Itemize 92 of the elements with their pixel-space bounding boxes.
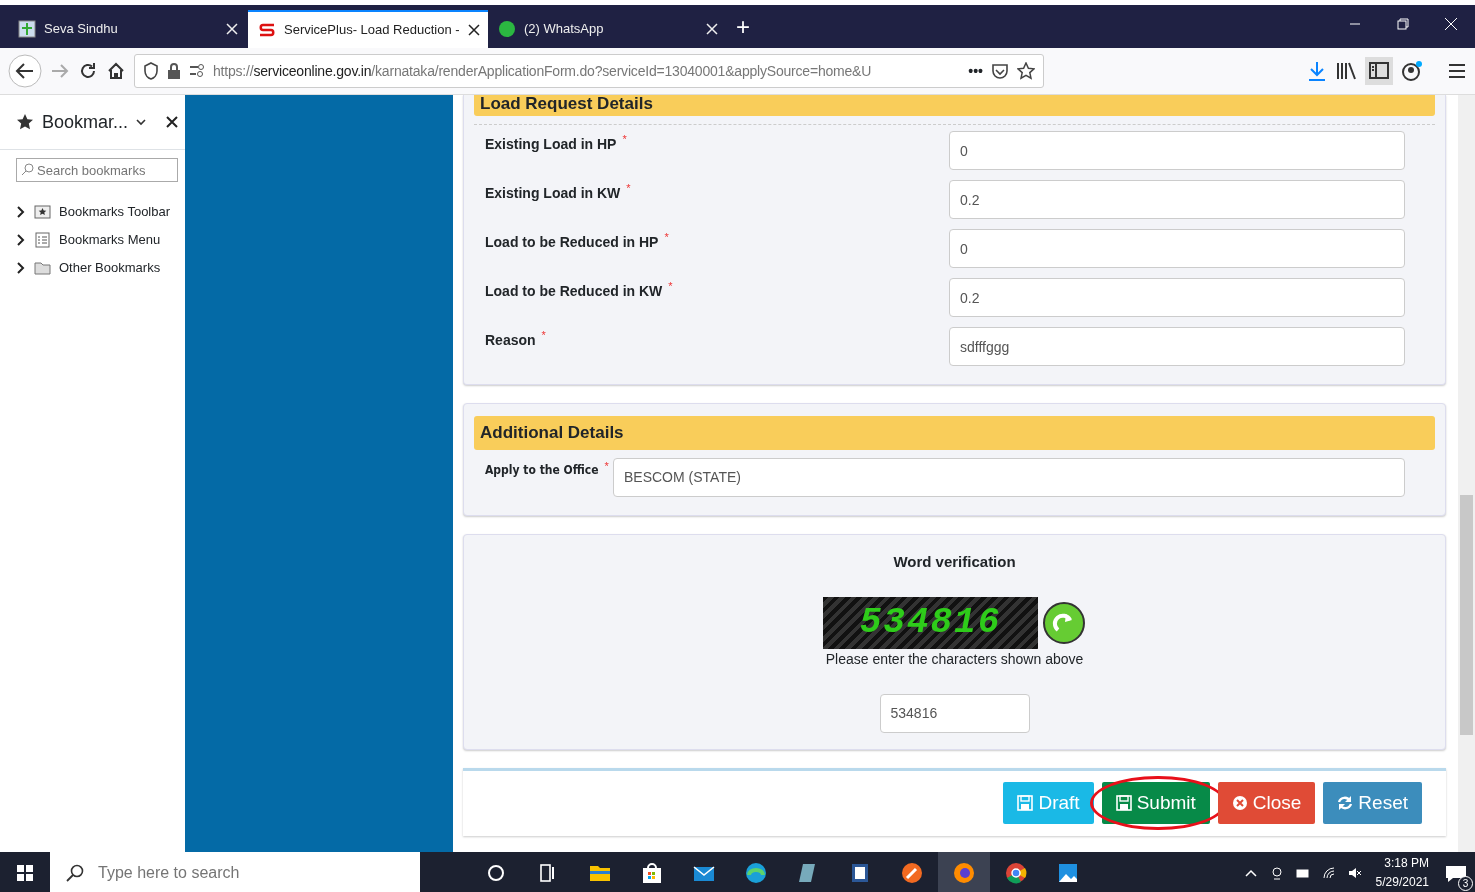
close-icon[interactable]: [166, 116, 179, 128]
document-icon[interactable]: [849, 862, 871, 884]
bookmark-folder[interactable]: Other Bookmarks: [0, 254, 185, 282]
pocket-icon[interactable]: [991, 62, 1009, 80]
star-box-icon: [34, 204, 51, 220]
pencil-icon[interactable]: [901, 862, 923, 884]
field-label: Existing Load in HP: [485, 135, 617, 154]
required-mark: *: [668, 279, 673, 294]
reload-icon[interactable]: [78, 61, 98, 81]
section-header: Load Request Details: [474, 95, 1435, 116]
required-mark: *: [541, 328, 546, 343]
chevron-right-icon: [16, 262, 26, 274]
input-field[interactable]: BESCOM (STATE): [613, 457, 1405, 497]
url-text: https://serviceonline.gov.in/karnataka/renderApplicationForm.do?serviceId=13040001&applySource=home&U: [213, 61, 873, 81]
account-icon[interactable]: [1401, 60, 1423, 82]
library-icon[interactable]: [1335, 61, 1357, 81]
address-bar[interactable]: https://serviceonline.gov.in/karnataka/renderApplicationForm.do?serviceId=13040001&applySource=home&U •••: [134, 54, 1044, 88]
permissions-icon: [189, 64, 205, 78]
tab-title: ServicePlus- Load Reduction -: [284, 21, 460, 40]
webcam-icon[interactable]: [1269, 866, 1284, 880]
globe-swirl-icon[interactable]: [745, 862, 767, 884]
search-icon: [21, 163, 34, 176]
submit-button[interactable]: Submit: [1101, 781, 1210, 825]
menu-icon[interactable]: [1447, 62, 1467, 80]
input-field[interactable]: 0: [949, 229, 1405, 268]
more-actions-button[interactable]: •••: [968, 60, 983, 82]
taskbar-search-field[interactable]: Type here to search: [50, 852, 420, 892]
new-tab-button[interactable]: +: [736, 9, 750, 45]
input-field[interactable]: sdfffggg: [949, 327, 1405, 366]
field-label: Apply to the Office: [485, 461, 599, 479]
field-label: Load to be Reduced in HP: [485, 233, 659, 252]
save-icon: [1017, 795, 1034, 811]
time-text: 3:18 PM: [1384, 854, 1429, 872]
field-label: Reason: [485, 331, 536, 350]
sidebar-icon[interactable]: [1365, 57, 1393, 85]
shield-icon: [143, 62, 159, 80]
close-button[interactable]: Close: [1217, 781, 1316, 825]
list-icon: [34, 232, 51, 248]
field-label: Existing Load in KW: [485, 184, 621, 203]
battery-icon[interactable]: [1295, 866, 1310, 880]
hint-text: Please enter the characters shown above: [825, 650, 1084, 669]
required-mark: *: [626, 181, 631, 196]
back-icon[interactable]: [8, 54, 42, 88]
required-mark: *: [604, 458, 609, 474]
home-icon[interactable]: [106, 61, 126, 81]
captcha-image: 534816: [823, 597, 1038, 649]
sidebar-title[interactable]: Bookmar...: [42, 108, 129, 136]
input-field[interactable]: 0.2: [949, 180, 1405, 219]
browser-tab[interactable]: Seva Sindhu: [8, 10, 248, 48]
close-icon[interactable]: [467, 24, 480, 36]
browser-tab[interactable]: ServicePlus- Load Reduction -: [248, 10, 488, 48]
tab-title: Seva Sindhu: [44, 20, 119, 39]
required-mark: *: [664, 230, 669, 245]
bookmark-folder[interactable]: Bookmarks Menu: [0, 226, 185, 254]
section-header: Additional Details: [474, 416, 1435, 450]
chrome-circle-icon[interactable]: [1005, 862, 1027, 884]
chevron-right-icon: [16, 234, 26, 246]
s-logo-icon: [258, 21, 276, 39]
picture-icon[interactable]: [1057, 862, 1079, 884]
star-icon[interactable]: [1017, 62, 1035, 80]
close-circle-icon: [1231, 795, 1248, 811]
refresh-icon[interactable]: [1042, 600, 1086, 646]
speaker-muted-icon[interactable]: [1347, 866, 1362, 880]
wifi-icon[interactable]: [1321, 866, 1336, 880]
notification-count: 3: [1458, 876, 1473, 891]
verification-title: Word verification: [893, 551, 1016, 572]
captcha-input[interactable]: 534816: [879, 694, 1030, 733]
input-field[interactable]: 0: [949, 131, 1405, 170]
field-label: Load to be Reduced in KW: [485, 282, 663, 301]
reset-button[interactable]: Reset: [1323, 781, 1422, 825]
star-icon: [16, 113, 34, 131]
browser-tab[interactable]: (2) WhatsApp: [488, 10, 728, 48]
bookmark-folder[interactable]: Bookmarks Toolbar: [0, 198, 185, 226]
scrollbar[interactable]: [1458, 95, 1475, 852]
folder-icon: [34, 260, 51, 276]
input-field[interactable]: 0.2: [949, 278, 1405, 317]
save-icon: [1115, 795, 1132, 811]
download-icon[interactable]: [1307, 60, 1327, 82]
search-field[interactable]: Search bookmarks: [16, 158, 178, 182]
refresh-icon: [1337, 795, 1354, 811]
chevron-down-icon[interactable]: [136, 118, 147, 126]
chevron-right-icon: [16, 206, 26, 218]
site-icon: [18, 20, 36, 38]
tab-title: (2) WhatsApp: [524, 20, 605, 39]
required-mark: *: [622, 132, 627, 147]
lock-icon: [167, 63, 181, 79]
clock[interactable]: 3:18 PM 5/29/2021: [1367, 853, 1437, 892]
shopping-bag-icon[interactable]: [641, 862, 663, 884]
circle-icon[interactable]: [485, 862, 507, 884]
search-icon: [66, 864, 84, 882]
date-text: 5/29/2021: [1375, 874, 1429, 891]
restore-icon[interactable]: [1396, 17, 1410, 31]
